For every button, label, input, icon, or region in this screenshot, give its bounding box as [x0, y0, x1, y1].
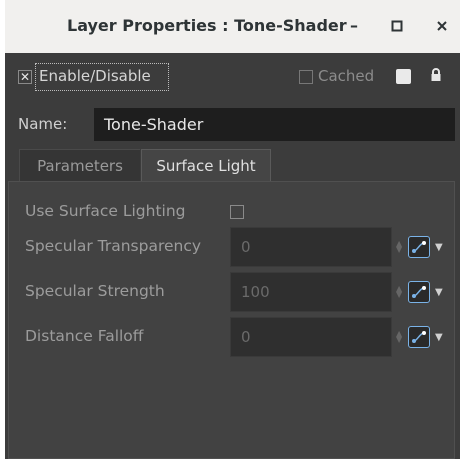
- animation-curve-icon: [412, 241, 426, 253]
- use-surface-lighting-checkbox[interactable]: [230, 205, 244, 219]
- use-surface-lighting-label: Use Surface Lighting: [25, 202, 186, 220]
- maximize-button[interactable]: [385, 14, 409, 38]
- specular-strength-input[interactable]: 100: [230, 272, 392, 312]
- specular-transparency-label: Specular Transparency: [25, 237, 202, 255]
- specular-transparency-spinner[interactable]: ▲ ▼: [396, 240, 402, 254]
- name-input[interactable]: Tone-Shader: [94, 108, 455, 141]
- enable-row: ✕ Enable/Disable Cached: [5, 53, 460, 99]
- layer-properties-window: Layer Properties : Tone-Shader – ✕ Enabl…: [5, 0, 460, 459]
- minimize-button[interactable]: –: [342, 14, 366, 38]
- enable-checkbox[interactable]: ✕: [18, 70, 32, 84]
- tab-surface-light[interactable]: Surface Light: [141, 149, 271, 181]
- animation-curve-icon: [412, 331, 426, 343]
- specular-strength-dropdown-icon[interactable]: ▼: [435, 287, 443, 298]
- color-swatch[interactable]: [396, 69, 411, 84]
- lock-icon[interactable]: [430, 67, 442, 83]
- distance-falloff-label: Distance Falloff: [25, 327, 144, 345]
- distance-falloff-input[interactable]: 0: [230, 317, 392, 357]
- enable-label[interactable]: Enable/Disable: [39, 67, 151, 85]
- window-title: Layer Properties : Tone-Shader: [67, 16, 347, 35]
- close-icon: [437, 21, 447, 31]
- specular-transparency-dropdown-icon[interactable]: ▼: [435, 242, 443, 253]
- surface-light-panel: Use Surface Lighting Specular Transparen…: [8, 181, 455, 459]
- name-label: Name:: [18, 115, 68, 133]
- specular-transparency-input[interactable]: 0: [230, 227, 392, 267]
- distance-falloff-animate-button[interactable]: [408, 326, 430, 348]
- maximize-icon: [391, 20, 403, 32]
- specular-strength-animate-button[interactable]: [408, 281, 430, 303]
- title-bar[interactable]: Layer Properties : Tone-Shader –: [5, 0, 460, 53]
- cached-label[interactable]: Cached: [318, 67, 374, 85]
- specular-strength-label: Specular Strength: [25, 282, 165, 300]
- specular-strength-spinner[interactable]: ▲ ▼: [396, 285, 402, 299]
- tab-parameters[interactable]: Parameters: [19, 149, 140, 181]
- animation-curve-icon: [412, 286, 426, 298]
- specular-transparency-animate-button[interactable]: [408, 236, 430, 258]
- close-button[interactable]: [430, 14, 454, 38]
- distance-falloff-dropdown-icon[interactable]: ▼: [435, 332, 443, 343]
- cached-checkbox[interactable]: [299, 70, 313, 84]
- distance-falloff-spinner[interactable]: ▲ ▼: [396, 330, 402, 344]
- dialog-content: ✕ Enable/Disable Cached Name: Tone-Shade…: [5, 53, 460, 459]
